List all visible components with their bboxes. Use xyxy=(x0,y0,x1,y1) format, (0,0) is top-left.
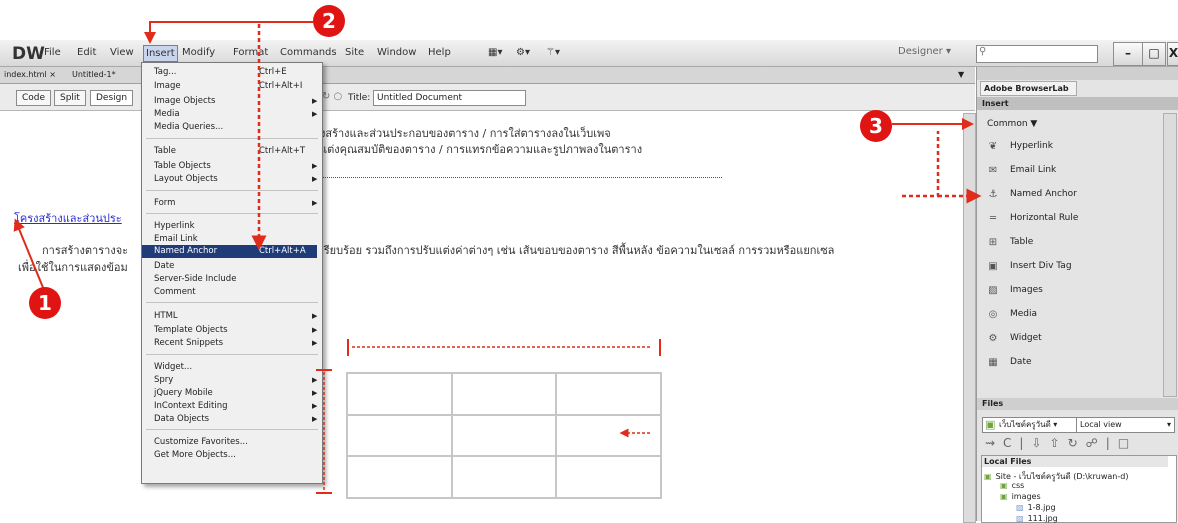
arrow-to-insert-menu xyxy=(144,21,313,44)
annotation-3: 3 xyxy=(860,110,892,142)
dashed-to-common xyxy=(902,131,940,198)
annotation-overlay xyxy=(13,21,982,494)
arrow-to-anchor xyxy=(13,218,45,291)
annotation-1: 1 xyxy=(29,287,61,319)
annotation-2: 2 xyxy=(313,5,345,37)
annotation-arrows xyxy=(13,21,982,494)
